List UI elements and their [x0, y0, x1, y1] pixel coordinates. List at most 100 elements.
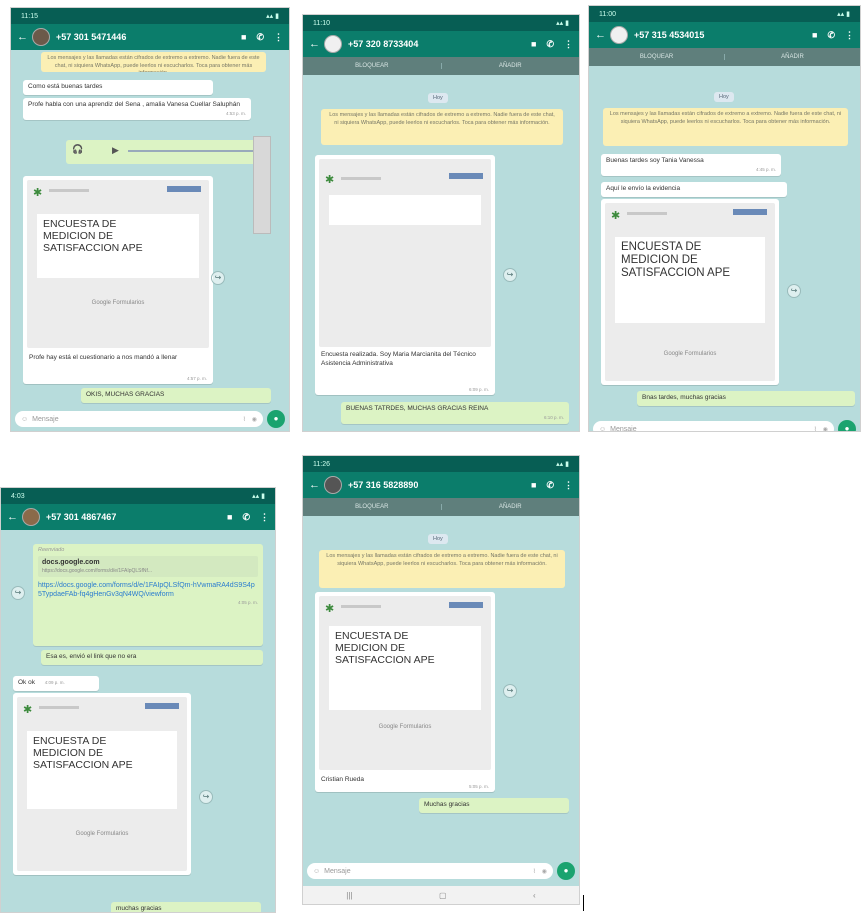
video-call-icon[interactable]: ■: [812, 30, 817, 40]
back-arrow-icon[interactable]: ←: [309, 479, 320, 491]
mic-button[interactable]: ●: [557, 862, 575, 880]
more-options-icon[interactable]: ⋮: [845, 30, 854, 41]
forward-icon[interactable]: ↪: [199, 790, 213, 804]
link-url[interactable]: https://docs.google.com/forms/d/e/1FAIpQ…: [38, 581, 258, 599]
contact-number[interactable]: +57 301 4867467: [46, 512, 217, 522]
contact-avatar[interactable]: [324, 476, 342, 494]
add-button[interactable]: AÑADIR: [442, 504, 580, 510]
message-input[interactable]: ☺ Mensaje ⌇ ◉: [15, 411, 263, 427]
phone-call-icon[interactable]: ✆: [242, 512, 250, 523]
more-options-icon[interactable]: ⋮: [564, 39, 573, 50]
header-tag: [167, 186, 201, 192]
camera-icon[interactable]: ◉: [823, 426, 828, 432]
back-arrow-icon[interactable]: ←: [17, 31, 28, 43]
survey-screenshot[interactable]: ✱ ENCUESTA DE MEDICION DE SATISFACCION A…: [27, 180, 209, 348]
phone-call-icon[interactable]: ✆: [546, 480, 554, 491]
block-button[interactable]: BLOQUEAR: [589, 54, 725, 60]
image-message[interactable]: ✱ ENCUESTA DE MEDICION DE SATISFACCION A…: [13, 693, 191, 875]
forwarded-label: Reenviado: [38, 547, 65, 553]
logo-text-line: [341, 605, 381, 608]
mic-button[interactable]: ●: [838, 420, 856, 431]
image-message[interactable]: ✱ ENCUESTA DE MEDICION DE SATISFACCION A…: [23, 176, 213, 384]
add-button[interactable]: AÑADIR: [725, 54, 860, 60]
back-arrow-icon[interactable]: ←: [595, 29, 606, 41]
video-call-icon[interactable]: ■: [531, 39, 536, 49]
forward-icon[interactable]: ↪: [211, 271, 225, 285]
survey-screenshot[interactable]: ✱ ENCUESTA DE MEDICION DE SATISFACCION A…: [319, 596, 491, 770]
message-time: 4:09 p. m.: [44, 680, 65, 685]
audio-waveform[interactable]: [128, 150, 253, 152]
attach-icon[interactable]: ⌇: [533, 868, 536, 875]
emoji-icon[interactable]: ☺: [21, 416, 28, 423]
status-bar: 11:26 ▴▴ ▮: [303, 456, 579, 472]
contact-avatar[interactable]: [324, 35, 342, 53]
survey-screenshot[interactable]: ✱: [319, 159, 491, 347]
add-button[interactable]: AÑADIR: [442, 63, 580, 69]
encryption-notice[interactable]: Los mensajes y las llamadas están cifrad…: [41, 52, 266, 72]
image-message[interactable]: ✱ Encuesta realizada. Soy Maria Marciani…: [315, 155, 495, 395]
image-message[interactable]: ✱ ENCUESTA DE MEDICION DE SATISFACCION A…: [315, 592, 495, 792]
sena-logo-icon: ✱: [611, 210, 621, 222]
emoji-icon[interactable]: ☺: [599, 426, 606, 432]
emoji-icon[interactable]: ☺: [313, 868, 320, 875]
survey-screenshot[interactable]: ✱ ENCUESTA DE MEDICION DE SATISFACCION A…: [17, 697, 187, 871]
phone-call-icon[interactable]: ✆: [546, 39, 554, 50]
status-time: 11:10: [313, 19, 330, 27]
phone-call-icon[interactable]: ✆: [256, 32, 264, 43]
home-icon[interactable]: ▢: [439, 891, 447, 900]
forward-icon[interactable]: ↪: [503, 684, 517, 698]
recents-icon[interactable]: |||: [346, 891, 352, 900]
video-call-icon[interactable]: ■: [227, 512, 232, 522]
message-text: muchas gracias: [116, 905, 162, 912]
attach-icon[interactable]: ⌇: [814, 426, 817, 432]
headphones-icon: 🎧: [72, 144, 84, 154]
message-input[interactable]: ☺ Mensaje ⌇ ◉: [593, 421, 834, 432]
forward-icon[interactable]: ↪: [787, 284, 801, 298]
back-nav-icon[interactable]: ‹: [533, 891, 536, 900]
more-options-icon[interactable]: ⋮: [260, 512, 269, 523]
contact-avatar[interactable]: [610, 26, 628, 44]
back-arrow-icon[interactable]: ←: [7, 511, 18, 523]
contact-number[interactable]: +57 316 5828890: [348, 480, 521, 490]
camera-icon[interactable]: ◉: [252, 416, 257, 423]
message-input[interactable]: ☺ Mensaje ⌇ ◉: [307, 863, 553, 879]
video-call-icon[interactable]: ■: [531, 480, 536, 490]
status-bar: 11:10 ▴▴ ▮: [303, 15, 579, 31]
header-tag: [449, 173, 483, 179]
attach-icon[interactable]: ⌇: [243, 416, 246, 423]
status-bar: 4:03 ▴▴ ▮: [1, 488, 275, 504]
mic-button[interactable]: ●: [267, 410, 285, 428]
encryption-notice[interactable]: Los mensajes y las llamadas están cifrad…: [319, 550, 565, 588]
link-message[interactable]: Reenviado docs.google.com https://docs.g…: [33, 544, 263, 646]
chat-header: ← +57 316 5828890 ■ ✆ ⋮: [303, 472, 579, 498]
message-bubble: Profe habla con una aprendiz del Sena , …: [23, 98, 251, 120]
camera-icon[interactable]: ◉: [542, 868, 547, 875]
survey-screenshot[interactable]: ✱ ENCUESTA DE MEDICION DE SATISFACCION A…: [605, 203, 775, 381]
more-options-icon[interactable]: ⋮: [274, 32, 283, 43]
forward-icon[interactable]: ↪: [503, 268, 517, 282]
encryption-notice[interactable]: Los mensajes y las llamadas están cifrad…: [603, 108, 848, 146]
contact-number[interactable]: +57 301 5471446: [56, 32, 231, 42]
encryption-notice[interactable]: Los mensajes y las llamadas están cifrad…: [321, 109, 563, 145]
contact-number[interactable]: +57 315 4534015: [634, 30, 802, 40]
logo-text-line: [341, 177, 381, 180]
scrollbar[interactable]: [253, 136, 271, 234]
image-message[interactable]: ✱ ENCUESTA DE MEDICION DE SATISFACCION A…: [601, 199, 779, 385]
block-button[interactable]: BLOQUEAR: [303, 63, 442, 69]
message-time: 6:10 p. m.: [543, 414, 564, 420]
voice-message[interactable]: 🎧 ▶: [66, 140, 261, 164]
contact-number[interactable]: +57 320 8733404: [348, 39, 521, 49]
contact-avatar[interactable]: [32, 28, 50, 46]
input-placeholder: Mensaje: [324, 867, 351, 875]
contact-avatar[interactable]: [22, 508, 40, 526]
link-preview[interactable]: docs.google.com https://docs.google.com/…: [38, 556, 258, 577]
play-icon[interactable]: ▶: [112, 145, 119, 156]
reply-bubble: OKIS, MUCHAS GRACIAS: [81, 388, 271, 403]
phone-screen-4: 4:03 ▴▴ ▮ ← +57 301 4867467 ■ ✆ ⋮ Reenvi…: [0, 487, 276, 913]
video-call-icon[interactable]: ■: [241, 32, 246, 42]
phone-call-icon[interactable]: ✆: [827, 30, 835, 41]
block-button[interactable]: BLOQUEAR: [303, 504, 442, 510]
forward-icon[interactable]: ↪: [11, 586, 25, 600]
more-options-icon[interactable]: ⋮: [564, 480, 573, 491]
back-arrow-icon[interactable]: ←: [309, 38, 320, 50]
